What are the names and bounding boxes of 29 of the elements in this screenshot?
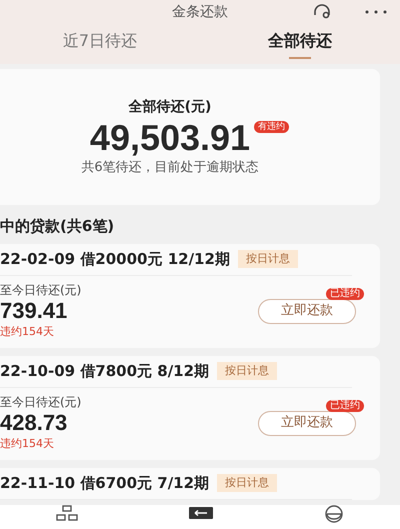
overdue-days: 违约154天 (0, 324, 82, 340)
total-amount: 49,503.91 (90, 116, 250, 158)
tab[interactable]: 全部待还 (200, 24, 400, 64)
loan-title: 22-02-09 借20000元 12/12期 (0, 248, 230, 270)
overdue-badge: 有违约 (254, 120, 290, 133)
due-label: 至今日待还(元) (0, 394, 82, 410)
summary-note: 共6笔待还，目前处于逾期状态 (81, 158, 259, 177)
back-icon[interactable] (189, 507, 213, 521)
due-amount: 739.41 (0, 298, 68, 324)
smile-icon[interactable] (323, 505, 345, 523)
loan-title: 22-11-10 借6700元 7/12期 (0, 472, 210, 494)
loan-title: 22-10-09 借7800元 8/12期 (0, 360, 210, 382)
interest-tag: 按日计息 (217, 474, 278, 492)
page-title: 金条还款 (172, 2, 228, 22)
overdue-badge: 已违约 (326, 288, 364, 300)
grid-icon[interactable] (55, 505, 79, 521)
interest-tag: 按日计息 (238, 250, 298, 268)
tab[interactable]: 近7日待还 (0, 24, 200, 64)
repay-button[interactable]: 立即还款 (258, 298, 356, 324)
summary-label: 全部待还(元) (128, 98, 212, 117)
due-label: 至今日待还(元) (0, 282, 82, 298)
interest-tag: 按日计息 (217, 362, 278, 380)
more-icon[interactable] (365, 10, 387, 14)
repay-button[interactable]: 立即还款 (258, 410, 356, 436)
headset-icon[interactable] (312, 4, 332, 20)
section-title: 中的贷款(共6笔) (0, 216, 116, 237)
due-amount: 428.73 (0, 410, 68, 436)
overdue-badge: 已违约 (326, 400, 364, 412)
overdue-days: 违约154天 (0, 436, 82, 452)
